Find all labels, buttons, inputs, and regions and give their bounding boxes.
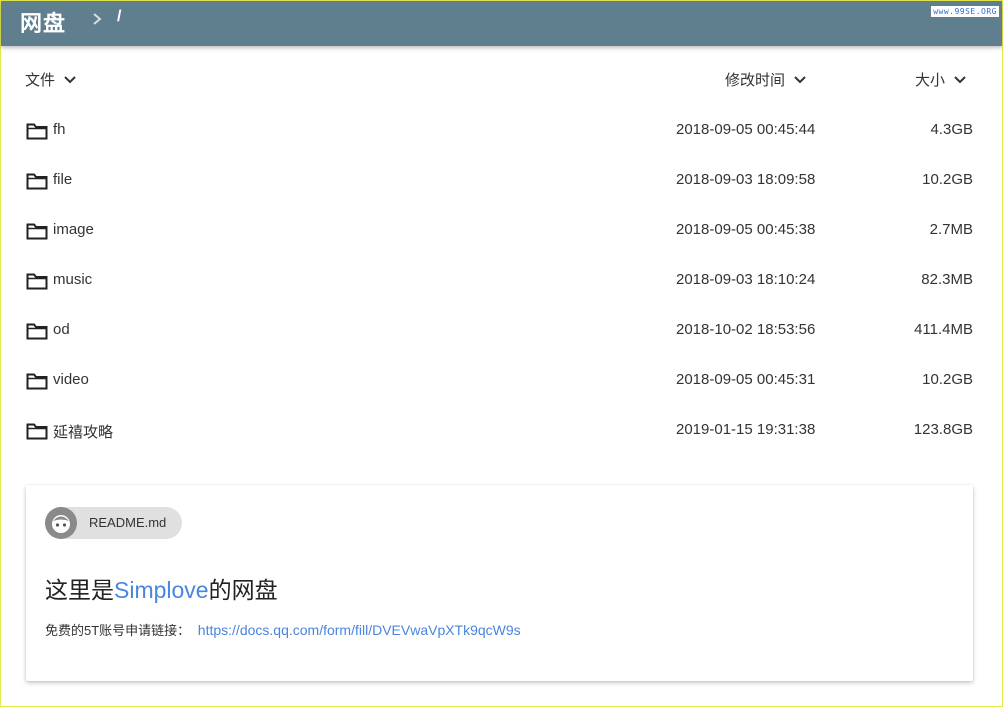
file-name: fh xyxy=(53,121,66,138)
sort-by-size[interactable]: 大小 xyxy=(915,69,967,90)
file-row[interactable]: video 2018-09-05 00:45:31 10.2GB xyxy=(1,356,1002,406)
file-name: music xyxy=(53,271,93,288)
file-row[interactable]: 延禧攻略 2019-01-15 19:31:38 123.8GB xyxy=(1,406,1002,456)
readme-card: README.md 这里是Simplove的网盘 免费的5T账号申请链接： ht… xyxy=(26,485,973,681)
file-size: 2.7MB xyxy=(929,221,973,238)
folder-icon xyxy=(26,123,48,140)
file-modified: 2018-09-05 00:45:31 xyxy=(676,371,816,388)
readme-paragraph-text: 免费的5T账号申请链接： xyxy=(45,623,191,638)
file-size: 82.3MB xyxy=(921,271,973,288)
column-size-label: 大小 xyxy=(915,72,946,89)
readme-heading-suffix: 的网盘 xyxy=(208,577,278,603)
readme-filename: README.md xyxy=(89,515,167,530)
folder-icon xyxy=(26,323,48,340)
file-row[interactable]: image 2018-09-05 00:45:38 2.7MB xyxy=(1,206,1002,256)
breadcrumb-root[interactable]: / xyxy=(117,8,121,26)
file-size: 10.2GB xyxy=(922,171,973,188)
top-app-bar: 网盘 / www.99SE.ORG xyxy=(1,1,1002,46)
file-size: 411.4MB xyxy=(914,321,973,338)
file-name: video xyxy=(53,371,89,388)
folder-icon xyxy=(26,273,48,290)
file-list-header: 文件 修改时间 大小 xyxy=(1,63,1002,95)
sort-by-modified[interactable]: 修改时间 xyxy=(725,69,807,90)
readme-heading: 这里是Simplove的网盘 xyxy=(45,571,278,605)
readme-heading-prefix: 这里是 xyxy=(45,577,114,603)
file-size: 123.8GB xyxy=(913,421,973,438)
file-modified: 2018-09-03 18:10:24 xyxy=(676,271,816,288)
file-modified: 2019-01-15 19:31:38 xyxy=(676,421,816,438)
file-size: 4.3GB xyxy=(930,121,973,138)
file-name: image xyxy=(53,221,94,238)
file-size: 10.2GB xyxy=(922,371,973,388)
chevron-down-icon xyxy=(64,75,76,83)
file-name: file xyxy=(53,171,73,188)
folder-icon xyxy=(26,223,48,240)
chevron-right-icon xyxy=(93,13,102,25)
file-row[interactable]: music 2018-09-03 18:10:24 82.3MB xyxy=(1,256,1002,306)
watermark: www.99SE.ORG xyxy=(931,6,999,17)
avatar-icon xyxy=(45,507,77,539)
folder-icon xyxy=(26,373,48,390)
apply-link[interactable]: https://docs.qq.com/form/fill/DVEVwaVpXT… xyxy=(198,622,521,638)
file-name: 延禧攻略 xyxy=(53,424,114,441)
file-row[interactable]: od 2018-10-02 18:53:56 411.4MB xyxy=(1,306,1002,356)
file-modified: 2018-10-02 18:53:56 xyxy=(676,321,816,338)
app-title[interactable]: 网盘 xyxy=(20,6,66,38)
readme-chip[interactable]: README.md xyxy=(45,507,182,539)
readme-paragraph: 免费的5T账号申请链接： https://docs.qq.com/form/fi… xyxy=(45,620,521,639)
folder-icon xyxy=(26,173,48,190)
readme-heading-accent: Simplove xyxy=(114,577,209,603)
sort-by-name[interactable]: 文件 xyxy=(25,69,77,90)
column-modified-label: 修改时间 xyxy=(725,72,786,89)
file-modified: 2018-09-03 18:09:58 xyxy=(676,171,816,188)
folder-icon xyxy=(26,423,48,440)
file-modified: 2018-09-05 00:45:38 xyxy=(676,221,816,238)
file-row[interactable]: fh 2018-09-05 00:45:44 4.3GB xyxy=(1,106,1002,156)
chevron-down-icon xyxy=(794,75,806,83)
file-name: od xyxy=(53,321,70,338)
chevron-down-icon xyxy=(954,75,966,83)
file-modified: 2018-09-05 00:45:44 xyxy=(676,121,816,138)
file-row[interactable]: file 2018-09-03 18:09:58 10.2GB xyxy=(1,156,1002,206)
column-name-label: 文件 xyxy=(25,72,56,89)
